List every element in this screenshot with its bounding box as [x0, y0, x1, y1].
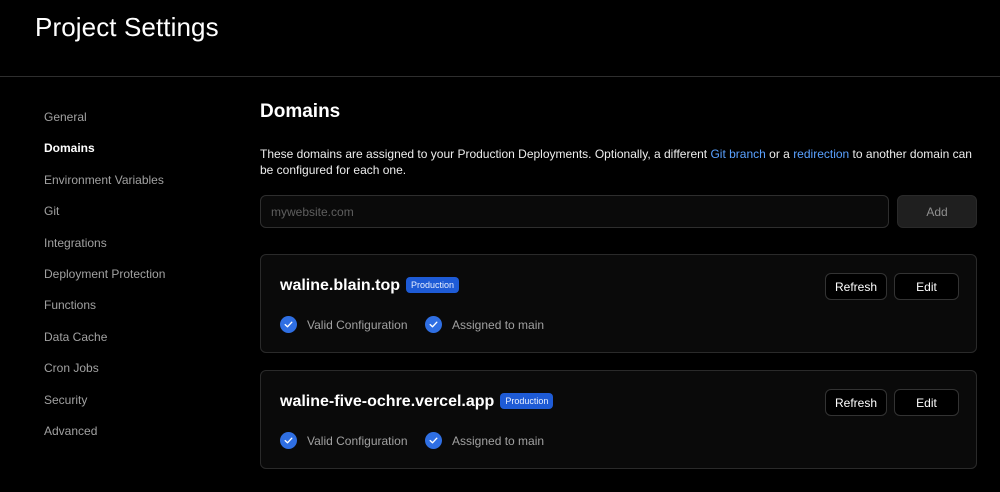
- refresh-button[interactable]: Refresh: [825, 389, 887, 416]
- edit-button[interactable]: Edit: [894, 273, 959, 300]
- sidebar-item-data-cache[interactable]: Data Cache: [44, 330, 244, 361]
- section-title: Domains: [260, 101, 341, 122]
- status-label: Valid Configuration: [307, 434, 408, 448]
- valid-configuration-status: Valid Configuration: [280, 316, 408, 334]
- check-circle-icon: [425, 316, 442, 334]
- page-title: Project Settings: [35, 12, 219, 42]
- check-circle-icon: [280, 432, 297, 450]
- edit-button[interactable]: Edit: [894, 389, 959, 416]
- domain-name[interactable]: waline-five-ochre.vercel.app: [280, 393, 494, 410]
- sidebar-item-security[interactable]: Security: [44, 393, 244, 424]
- redirection-link[interactable]: redirection: [793, 147, 849, 161]
- domain-card: waline-five-ochre.vercel.app Production R…: [260, 370, 977, 469]
- add-domain-button[interactable]: Add: [897, 195, 977, 228]
- domain-name-row: waline.blain.top Production: [280, 277, 460, 295]
- production-badge: Production: [406, 277, 460, 293]
- domain-input[interactable]: [260, 195, 889, 228]
- domain-name-row: waline-five-ochre.vercel.app Production: [280, 393, 554, 411]
- production-badge: Production: [500, 393, 554, 409]
- refresh-button[interactable]: Refresh: [825, 273, 887, 300]
- description-text-1: These domains are assigned to your Produ…: [260, 147, 711, 161]
- status-label: Assigned to main: [452, 318, 545, 332]
- assigned-branch-status: Assigned to main: [425, 432, 544, 450]
- sidebar-item-functions[interactable]: Functions: [44, 298, 244, 329]
- domain-name[interactable]: waline.blain.top: [280, 277, 400, 294]
- valid-configuration-status: Valid Configuration: [280, 432, 408, 450]
- domain-card: waline.blain.top Production Refresh Edit …: [260, 254, 977, 353]
- check-circle-icon: [425, 432, 442, 450]
- check-circle-icon: [280, 316, 297, 334]
- sidebar-item-environment-variables[interactable]: Environment Variables: [44, 173, 244, 204]
- description-text-2: or a: [765, 147, 794, 161]
- settings-sidebar: General Domains Environment Variables Gi…: [44, 110, 244, 455]
- sidebar-item-advanced[interactable]: Advanced: [44, 424, 244, 455]
- add-domain-row: Add: [260, 195, 978, 228]
- sidebar-item-git[interactable]: Git: [44, 204, 244, 235]
- sidebar-item-general[interactable]: General: [44, 110, 244, 141]
- sidebar-item-cron-jobs[interactable]: Cron Jobs: [44, 361, 244, 392]
- page-header: Project Settings: [0, 0, 1000, 77]
- sidebar-item-deployment-protection[interactable]: Deployment Protection: [44, 267, 244, 298]
- status-label: Valid Configuration: [307, 318, 408, 332]
- domains-description: These domains are assigned to your Produ…: [260, 146, 978, 178]
- status-label: Assigned to main: [452, 434, 545, 448]
- git-branch-link[interactable]: Git branch: [710, 147, 765, 161]
- sidebar-item-integrations[interactable]: Integrations: [44, 236, 244, 267]
- assigned-branch-status: Assigned to main: [425, 316, 544, 334]
- sidebar-item-domains[interactable]: Domains: [44, 141, 244, 172]
- domains-section: Domains These domains are assigned to yo…: [260, 101, 978, 469]
